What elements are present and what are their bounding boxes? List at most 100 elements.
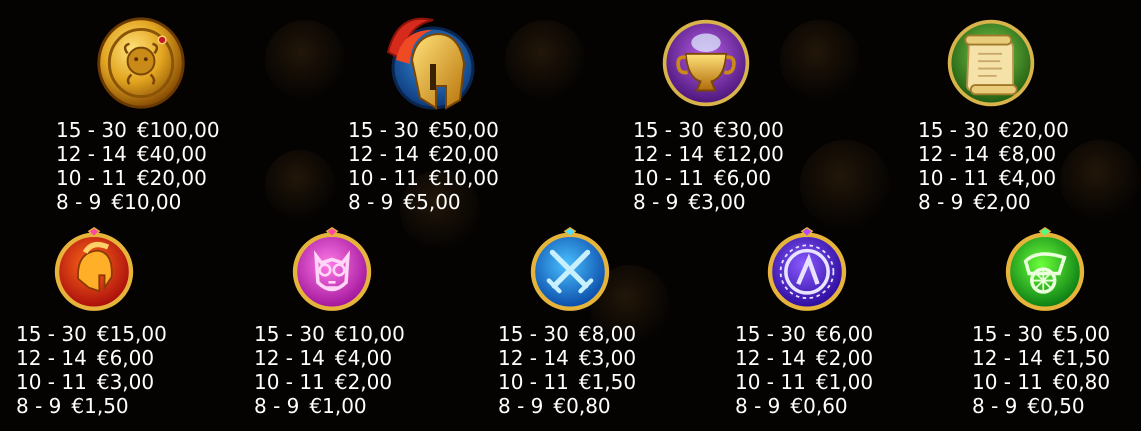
prize-amount: €4,00 [998,166,1057,190]
prize-amount: €10,00 [111,190,182,214]
payout-list: 15 - 30 €5,00 12 - 14 €1,50 10 - 11 €0,80 8… [972,322,1110,418]
prize-amount: €2,00 [334,370,393,394]
payout-row: 10 - 11 €1,00 [735,370,873,394]
payout-list: 15 - 30 €8,00 12 - 14 €3,00 10 - 11 €1,50 8… [498,322,636,418]
payout-row: 8 - 9 €0,50 [972,394,1110,418]
match-range: 10 - 11 [16,370,87,394]
payout-row: 15 - 30 €30,00 [633,118,784,142]
payout-row: 15 - 30 €6,00 [735,322,873,346]
match-range: 12 - 14 [254,346,325,370]
prize-amount: €3,00 [688,190,746,214]
match-range: 15 - 30 [633,118,704,142]
prize-amount: €6,00 [96,346,155,370]
payout-row: 8 - 9 €1,50 [16,394,167,418]
prize-amount: €40,00 [136,142,207,166]
match-range: 15 - 30 [972,322,1043,346]
payout-row: 12 - 14 €12,00 [633,142,784,166]
payout-row: 8 - 9 €10,00 [56,190,220,214]
match-range: 15 - 30 [16,322,87,346]
payout-row: 15 - 30 €5,00 [972,322,1110,346]
payout-row: 12 - 14 €40,00 [56,142,220,166]
prize-amount: €4,00 [334,346,393,370]
prize-amount: €1,50 [578,370,637,394]
prize-amount: €3,00 [96,370,155,394]
match-range: 8 - 9 [254,394,300,418]
payout-row: 8 - 9 €3,00 [633,190,784,214]
prize-amount: €100,00 [136,118,220,142]
match-range: 8 - 9 [735,394,781,418]
match-range: 12 - 14 [972,346,1043,370]
prize-amount: €1,00 [309,394,367,418]
scroll-icon [945,17,1037,109]
match-range: 10 - 11 [348,166,419,190]
prize-amount: €1,50 [71,394,129,418]
prize-amount: €3,00 [578,346,637,370]
green-chariot-gem-icon [1001,226,1089,314]
golden-urn-icon [660,17,752,109]
payout-row: 8 - 9 €0,60 [735,394,873,418]
background-decoration [265,150,335,220]
payout-row: 12 - 14 €4,00 [254,346,405,370]
prize-amount: €30,00 [713,118,784,142]
background-decoration [1060,140,1140,220]
match-range: 12 - 14 [498,346,569,370]
match-range: 15 - 30 [56,118,127,142]
payout-list: 15 - 30 €20,00 12 - 14 €8,00 10 - 11 €4,00 … [918,118,1069,214]
payout-list: 15 - 30 €6,00 12 - 14 €2,00 10 - 11 €1,00 8… [735,322,873,418]
match-range: 15 - 30 [348,118,419,142]
payout-row: 8 - 9 €1,00 [254,394,405,418]
payout-row: 15 - 30 €100,00 [56,118,220,142]
match-range: 8 - 9 [348,190,394,214]
payout-list: 15 - 30 €50,00 12 - 14 €20,00 10 - 11 €10,0… [348,118,499,214]
match-range: 10 - 11 [633,166,704,190]
prize-amount: €20,00 [136,166,207,190]
payout-row: 12 - 14 €20,00 [348,142,499,166]
match-range: 12 - 14 [16,346,87,370]
payout-row: 15 - 30 €15,00 [16,322,167,346]
payout-row: 12 - 14 €1,50 [972,346,1110,370]
pink-owl-gem-icon [288,226,376,314]
match-range: 8 - 9 [16,394,62,418]
payout-row: 10 - 11 €1,50 [498,370,636,394]
match-range: 10 - 11 [972,370,1043,394]
payout-row: 8 - 9 €5,00 [348,190,499,214]
match-range: 8 - 9 [918,190,964,214]
payout-list: 15 - 30 €100,00 12 - 14 €40,00 10 - 11 €20,… [56,118,220,214]
prize-amount: €8,00 [578,322,637,346]
payout-list: 15 - 30 €10,00 12 - 14 €4,00 10 - 11 €2,00 … [254,322,405,418]
prize-amount: €8,00 [998,142,1057,166]
payout-row: 12 - 14 €6,00 [16,346,167,370]
match-range: 15 - 30 [254,322,325,346]
prize-amount: €20,00 [998,118,1069,142]
match-range: 15 - 30 [498,322,569,346]
payout-row: 8 - 9 €0,80 [498,394,636,418]
prize-amount: €2,00 [815,346,874,370]
match-range: 12 - 14 [633,142,704,166]
match-range: 8 - 9 [498,394,544,418]
match-range: 8 - 9 [972,394,1018,418]
payout-row: 12 - 14 €8,00 [918,142,1069,166]
spartan-helmet-icon [378,12,478,112]
match-range: 10 - 11 [56,166,127,190]
payout-row: 10 - 11 €6,00 [633,166,784,190]
match-range: 12 - 14 [56,142,127,166]
prize-amount: €6,00 [815,322,874,346]
red-helmet-gem-icon [50,226,138,314]
payout-row: 10 - 11 €0,80 [972,370,1110,394]
blue-crossed-swords-gem-icon [526,226,614,314]
prize-amount: €0,80 [553,394,611,418]
payout-row: 15 - 30 €20,00 [918,118,1069,142]
prize-amount: €10,00 [334,322,405,346]
prize-amount: €0,60 [790,394,848,418]
match-range: 12 - 14 [918,142,989,166]
payout-row: 12 - 14 €2,00 [735,346,873,370]
payout-row: 10 - 11 €20,00 [56,166,220,190]
prize-amount: €1,00 [815,370,874,394]
match-range: 8 - 9 [633,190,679,214]
background-decoration [800,140,890,230]
payout-list: 15 - 30 €15,00 12 - 14 €6,00 10 - 11 €3,00 … [16,322,167,418]
payout-row: 15 - 30 €50,00 [348,118,499,142]
prize-amount: €0,80 [1052,370,1111,394]
match-range: 10 - 11 [918,166,989,190]
payout-row: 15 - 30 €8,00 [498,322,636,346]
